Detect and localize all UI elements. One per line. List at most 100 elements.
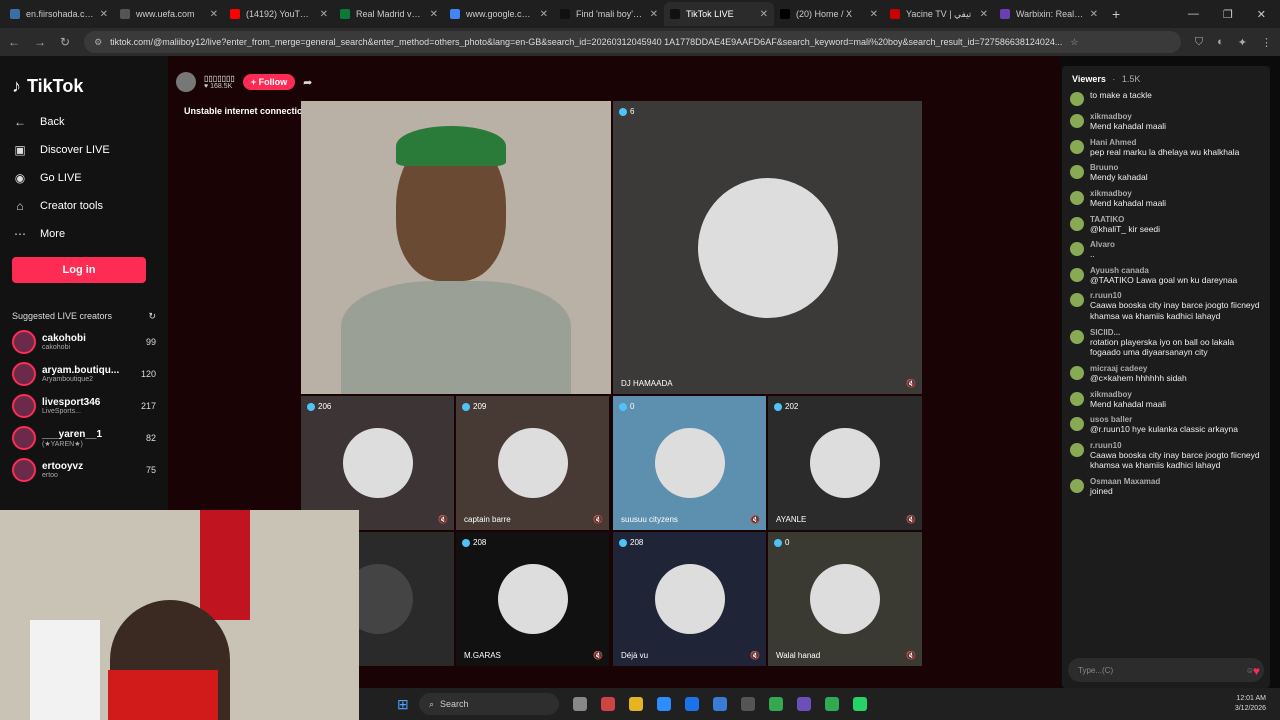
- refresh-icon[interactable]: ↻: [148, 311, 156, 322]
- taskbar-search[interactable]: ⌕ Search: [419, 693, 559, 715]
- task-view-icon[interactable]: [573, 697, 587, 711]
- bookmark-star-icon[interactable]: ☆: [1070, 37, 1078, 48]
- clock[interactable]: 12:01 AM 3/12/2026: [1235, 694, 1280, 714]
- chat-avatar[interactable]: [1070, 190, 1084, 205]
- chat-user[interactable]: xikmadboy: [1090, 390, 1262, 399]
- puzzle-icon[interactable]: ✦: [1238, 36, 1247, 49]
- chat-user[interactable]: Ayuush canada: [1090, 266, 1262, 275]
- browser-tab[interactable]: Find 'mali boy' on ✕: [554, 2, 664, 26]
- tiktok-logo[interactable]: ♪ TikTok: [12, 76, 156, 97]
- chat-avatar[interactable]: [1070, 293, 1084, 308]
- app-icon[interactable]: [741, 697, 755, 711]
- tab-close-icon[interactable]: ✕: [210, 9, 218, 20]
- chat-user[interactable]: Alvaro: [1090, 240, 1262, 249]
- chat-user[interactable]: r.ruun10: [1090, 441, 1262, 450]
- chat-user[interactable]: Osmaan Maxamad: [1090, 477, 1262, 486]
- shield-icon[interactable]: ⛉: [1195, 36, 1203, 49]
- tab-close-icon[interactable]: ✕: [650, 9, 658, 20]
- file-explorer-icon[interactable]: [629, 697, 643, 711]
- browser-tab[interactable]: Real Madrid vs M ✕: [334, 2, 444, 26]
- restore-icon[interactable]: ❐: [1223, 8, 1233, 21]
- tab-close-icon[interactable]: ✕: [1090, 9, 1098, 20]
- creator-item[interactable]: ___yaren__1 (★YAREN★) 82: [12, 426, 156, 450]
- chat-avatar[interactable]: [1070, 479, 1084, 493]
- whatsapp-icon[interactable]: [853, 697, 867, 711]
- share-icon[interactable]: ➦: [303, 76, 312, 89]
- chat-user[interactable]: xikmadboy: [1090, 112, 1262, 121]
- new-tab-button[interactable]: +: [1104, 6, 1128, 22]
- chat-user[interactable]: TAATIKO: [1090, 215, 1262, 224]
- guest-tile[interactable]: 208 Déjà vu 🔇: [613, 532, 766, 666]
- creator-item[interactable]: aryam.boutiqu... Aryamboutique2 120: [12, 362, 156, 386]
- chat-user[interactable]: SICIID...: [1090, 328, 1262, 337]
- host-avatar[interactable]: [176, 72, 196, 92]
- windows-start-icon[interactable]: ⊞: [397, 696, 409, 713]
- close-window-icon[interactable]: ✕: [1257, 8, 1266, 21]
- extension-icon[interactable]: ◐: [1217, 36, 1224, 48]
- app2-icon[interactable]: [797, 697, 811, 711]
- forward-icon[interactable]: →: [34, 35, 46, 49]
- outlook-icon[interactable]: [713, 697, 727, 711]
- tab-close-icon[interactable]: ✕: [870, 9, 878, 20]
- chat-user[interactable]: micraaj cadeey: [1090, 364, 1262, 373]
- chat-avatar[interactable]: [1070, 114, 1084, 128]
- chat-avatar[interactable]: [1070, 139, 1084, 154]
- chat-avatar[interactable]: [1070, 391, 1084, 406]
- guest-tile[interactable]: 0 Walal hanad 🔇: [768, 532, 922, 666]
- chat-user[interactable]: usos baller: [1090, 415, 1262, 424]
- copilot-icon[interactable]: [601, 697, 615, 711]
- browser-tab[interactable]: (20) Home / X ✕: [774, 2, 884, 26]
- chat-user[interactable]: Bruuno: [1090, 163, 1262, 172]
- chat-avatar[interactable]: [1070, 329, 1084, 344]
- chrome-icon[interactable]: [769, 697, 783, 711]
- guest-tile[interactable]: 0 suusuu cityzens 🔇: [613, 396, 766, 530]
- tab-close-icon[interactable]: ✕: [540, 9, 548, 20]
- guest-tile[interactable]: 202 AYANLE 🔇: [768, 396, 922, 530]
- like-heart-icon[interactable]: ♥: [1253, 664, 1260, 678]
- tab-close-icon[interactable]: ✕: [760, 9, 768, 20]
- chat-avatar[interactable]: [1070, 365, 1084, 380]
- tab-close-icon[interactable]: ✕: [980, 9, 988, 20]
- creator-item[interactable]: ertooyvz ertoo 75: [12, 458, 156, 482]
- browser-tab[interactable]: (14192) YouTube ✕: [224, 2, 334, 26]
- chat-user[interactable]: r.ruun10: [1090, 291, 1262, 300]
- browser-tab[interactable]: en.fiirsohada.club ✕: [4, 2, 114, 26]
- nav-item[interactable]: ▣ Discover LIVE: [12, 143, 156, 157]
- guest-tile[interactable]: 209 captain barre 🔇: [456, 396, 609, 530]
- nav-item[interactable]: ⋯ More: [12, 227, 156, 241]
- creator-item[interactable]: cakohobi cakohobi 99: [12, 330, 156, 354]
- url-bar[interactable]: ⚙ tiktok.com/@maliiboy12/live?enter_from…: [84, 31, 1181, 53]
- chat-input[interactable]: Type...(C) ☺: [1068, 658, 1264, 682]
- tab-close-icon[interactable]: ✕: [320, 9, 328, 20]
- browser-tab[interactable]: Warbixin: Real M ✕: [994, 2, 1104, 26]
- back-button[interactable]: ← Back: [12, 115, 156, 129]
- menu-icon[interactable]: ⋮: [1261, 36, 1272, 49]
- creator-item[interactable]: livesport346 LiveSports... 217: [12, 394, 156, 418]
- chrome2-icon[interactable]: [825, 697, 839, 711]
- tab-close-icon[interactable]: ✕: [100, 9, 108, 20]
- reload-icon[interactable]: ↻: [60, 35, 70, 49]
- browser-tab[interactable]: www.uefa.com ✕: [114, 2, 224, 26]
- tab-close-icon[interactable]: ✕: [430, 9, 438, 20]
- browser-tab[interactable]: TikTok LIVE ✕: [664, 2, 774, 26]
- follow-button[interactable]: + Follow: [242, 74, 296, 90]
- minimize-icon[interactable]: —: [1188, 8, 1199, 20]
- guest-tile[interactable]: [301, 101, 611, 394]
- chat-avatar[interactable]: [1070, 242, 1084, 257]
- chat-user[interactable]: Hani Ahmed: [1090, 138, 1262, 147]
- back-icon[interactable]: ←: [8, 35, 20, 49]
- guest-tile[interactable]: 6 DJ HAMAADA 🔇: [613, 101, 922, 394]
- login-button[interactable]: Log in: [12, 257, 146, 283]
- nav-item[interactable]: ⌂ Creator tools: [12, 199, 156, 213]
- store-icon[interactable]: [685, 697, 699, 711]
- nav-item[interactable]: ◉ Go LIVE: [12, 171, 156, 185]
- chat-avatar[interactable]: [1070, 417, 1084, 432]
- browser-tab[interactable]: Yacine TV | تيفي ✕: [884, 2, 994, 26]
- chat-avatar[interactable]: [1070, 267, 1084, 282]
- chat-avatar[interactable]: [1070, 165, 1084, 180]
- browser-tab[interactable]: www.google.com ✕: [444, 2, 554, 26]
- guest-tile[interactable]: 208 M.GARAS 🔇: [456, 532, 609, 666]
- chat-avatar[interactable]: [1070, 92, 1084, 106]
- site-info-icon[interactable]: ⚙: [94, 37, 102, 48]
- edge-icon[interactable]: [657, 697, 671, 711]
